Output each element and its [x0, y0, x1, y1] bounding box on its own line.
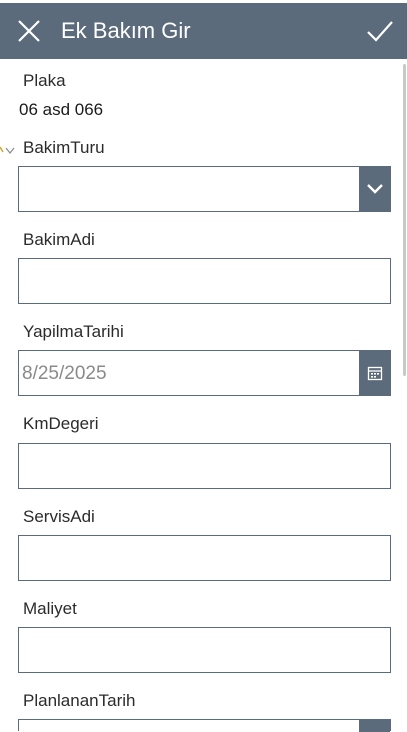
check-icon[interactable]: [365, 17, 395, 45]
page-title: Ek Bakım Gir: [61, 18, 191, 43]
app-header: Ek Bakım Gir: [0, 3, 407, 59]
yapilma-tarihi-value: 8/25/2025: [22, 363, 107, 384]
plaka-label: Plaka: [23, 71, 66, 90]
maliyet-label: Maliyet: [23, 599, 77, 618]
bakim-adi-input[interactable]: [18, 258, 391, 304]
calendar-button[interactable]: [359, 351, 390, 395]
km-degeri-input[interactable]: [18, 443, 391, 489]
planlanan-tarih-date-picker[interactable]: [18, 719, 391, 732]
servis-adi-label: ServisAdi: [23, 507, 95, 526]
scrollbar[interactable]: [401, 59, 407, 731]
bakim-turu-dropdown[interactable]: [18, 166, 391, 212]
scrollbar-thumb[interactable]: [403, 64, 406, 376]
close-icon[interactable]: [16, 18, 42, 44]
required-marker-icon: [0, 146, 15, 154]
planlanan-tarih-label: PlanlananTarih: [23, 691, 136, 710]
plaka-value: 06 asd 066: [19, 100, 104, 119]
chevron-down-icon: [366, 184, 383, 194]
servis-adi-input[interactable]: [18, 535, 391, 581]
calendar-icon: [367, 366, 382, 381]
calendar-button[interactable]: [359, 720, 390, 732]
dropdown-button[interactable]: [359, 167, 390, 211]
bakim-turu-label: BakimTuru: [23, 138, 105, 157]
maliyet-input[interactable]: [18, 627, 391, 673]
km-degeri-label: KmDegeri: [23, 414, 99, 433]
yapilma-tarihi-label: YapilmaTarihi: [23, 322, 124, 341]
yapilma-tarihi-date-picker[interactable]: 8/25/2025: [18, 350, 391, 396]
bakim-adi-label: BakimAdi: [23, 230, 95, 249]
